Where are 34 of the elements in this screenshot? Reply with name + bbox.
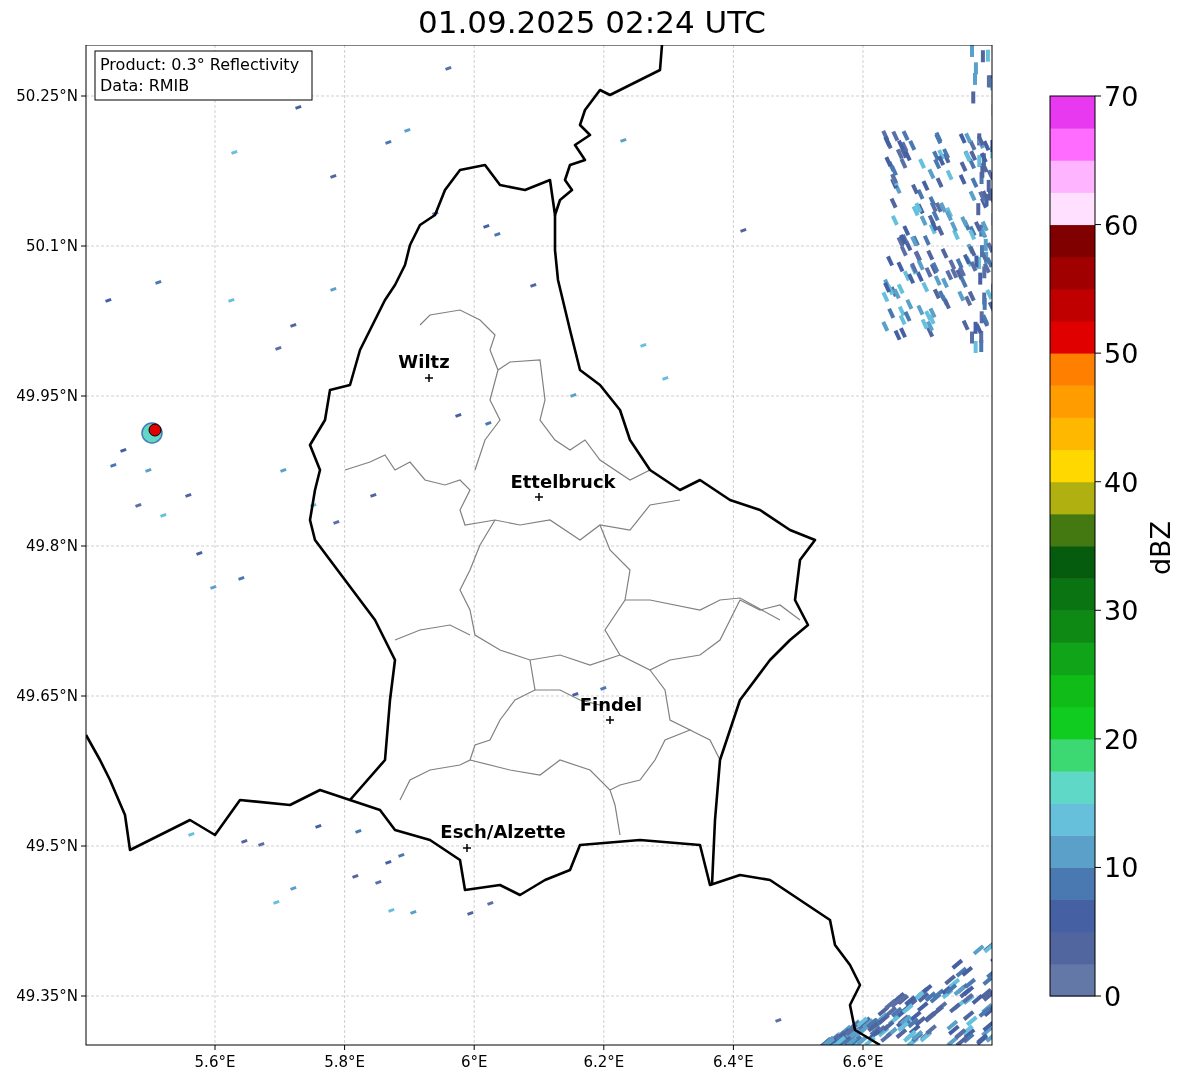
- city-label: Findel: [579, 694, 643, 715]
- colorbar-tick-label: 0: [1104, 981, 1122, 1012]
- colorbar-tick-label: 50: [1104, 338, 1139, 370]
- colorbar-tick-label: 20: [1104, 723, 1139, 755]
- y-tick-label: 49.35°N: [16, 987, 78, 1005]
- radar-site-marker: [148, 423, 162, 437]
- city-marker-icon: [424, 373, 434, 383]
- x-tick-label: 6.2°E: [583, 1053, 625, 1071]
- y-tick-label: 49.65°N: [16, 687, 78, 705]
- y-tick-label: 50.25°N: [16, 87, 78, 105]
- city-label: Esch/Alzette: [440, 821, 566, 842]
- y-tick-label: 50.1°N: [25, 237, 78, 255]
- colorbar-tick-label: 60: [1104, 209, 1139, 241]
- colorbar-tick-label: 70: [1104, 81, 1139, 112]
- x-tick-label: 6.6°E: [842, 1053, 884, 1071]
- x-tick-label: 6°E: [460, 1053, 488, 1071]
- x-tick-label: 5.8°E: [324, 1053, 365, 1071]
- colorbar-tick-label: 30: [1104, 595, 1139, 627]
- city-marker-icon: [462, 843, 472, 853]
- y-tick-label: 49.8°N: [25, 537, 78, 555]
- colorbar-label: dBZ: [1145, 520, 1176, 576]
- y-tick-label: 49.95°N: [16, 387, 78, 405]
- plot-title: 01.09.2025 02:24 UTC: [418, 3, 766, 42]
- x-tick-label: 5.6°E: [194, 1053, 236, 1071]
- info-text: Product: 0.3° Reflectivity: [100, 55, 300, 74]
- city-marker-icon: [534, 492, 544, 502]
- colorbar-tick-label: 10: [1104, 852, 1139, 884]
- colorbar-tick-label: 40: [1104, 466, 1139, 498]
- city-label: Wiltz: [398, 351, 450, 372]
- city-label: Ettelbruck: [510, 471, 616, 492]
- city-marker-icon: [605, 715, 615, 725]
- x-tick-label: 6.4°E: [713, 1053, 754, 1071]
- y-tick-label: 49.5°N: [25, 837, 78, 855]
- info-text: Data: RMIB: [100, 76, 190, 95]
